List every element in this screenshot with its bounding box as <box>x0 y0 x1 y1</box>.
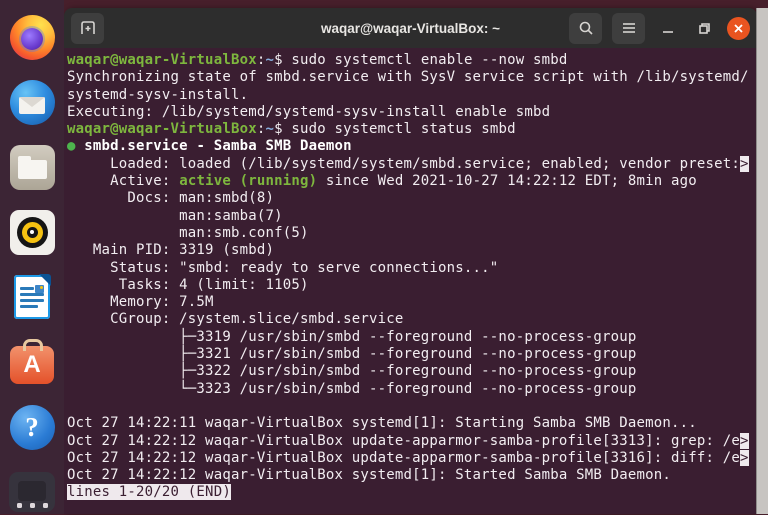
terminal-line: Oct 27 14:22:11 waqar-VirtualBox systemd… <box>67 415 697 432</box>
terminal-line: waqar@waqar-VirtualBox:~$ sudo systemctl… <box>67 121 516 138</box>
terminal-line: lines 1-20/20 (END) <box>67 484 231 501</box>
thunderbird-icon <box>9 79 55 125</box>
terminal-window: waqar@waqar-VirtualBox: ~ waqar@waqar-Vi… <box>64 8 757 514</box>
help-icon: ? <box>9 404 55 450</box>
dock-item-firefox[interactable] <box>9 14 55 60</box>
rhythmbox-icon <box>9 209 55 255</box>
files-icon <box>9 144 55 190</box>
dock-item-rhythmbox[interactable] <box>9 209 55 255</box>
dock-item-ubuntu-software[interactable]: A <box>9 339 55 385</box>
close-icon <box>734 23 743 33</box>
titlebar[interactable]: waqar@waqar-VirtualBox: ~ <box>64 8 757 48</box>
dock-item-terminal[interactable] <box>9 469 55 515</box>
dock-item-files[interactable] <box>9 144 55 190</box>
libreoffice-writer-icon <box>14 274 51 319</box>
terminal-line: Main PID: 3319 (smbd) <box>67 242 275 259</box>
dock-item-libreoffice-writer[interactable] <box>9 274 55 320</box>
new-tab-icon <box>80 21 95 34</box>
terminal-line: Status: "smbd: ready to serve connection… <box>67 259 499 276</box>
terminal-line: CGroup: /system.slice/smbd.service <box>67 311 404 328</box>
terminal-line: └─3323 /usr/sbin/smbd --foreground --no-… <box>67 380 637 397</box>
menu-button[interactable] <box>612 12 645 44</box>
terminal-line: Oct 27 14:22:12 waqar-VirtualBox update-… <box>67 432 749 449</box>
scrollbar[interactable] <box>756 8 768 514</box>
terminal-line: Docs: man:smbd(8) <box>67 190 275 207</box>
terminal-line: ├─3321 /usr/sbin/smbd --foreground --no-… <box>67 346 637 363</box>
restore-window-icon <box>698 22 710 34</box>
terminal-line: systemd-sysv-install. <box>67 86 249 103</box>
firefox-icon <box>9 14 55 60</box>
search-icon <box>579 21 593 35</box>
terminal-line: Oct 27 14:22:12 waqar-VirtualBox update-… <box>67 449 749 466</box>
terminal-line: ● smbd.service - Samba SMB Daemon <box>67 138 352 155</box>
terminal-line: Executing: /lib/systemd/systemd-sysv-ins… <box>67 103 551 120</box>
dock-item-thunderbird[interactable] <box>9 79 55 125</box>
dock: A ? <box>0 0 64 514</box>
minimize-button[interactable] <box>655 15 681 41</box>
terminal-line: man:samba(7) <box>67 207 283 224</box>
search-button[interactable] <box>569 12 602 44</box>
terminal-line: ├─3322 /usr/sbin/smbd --foreground --no-… <box>67 363 637 380</box>
ubuntu-software-icon: A <box>10 339 54 384</box>
terminal-line: Active: active (running) since Wed 2021-… <box>67 173 697 190</box>
dock-item-help[interactable]: ? <box>9 404 55 450</box>
show-applications-icon[interactable] <box>0 503 64 508</box>
terminal-line: Loaded: loaded (/lib/systemd/system/smbd… <box>67 155 749 172</box>
hamburger-menu-icon <box>622 23 635 33</box>
new-tab-button[interactable] <box>71 12 104 44</box>
terminal-output[interactable]: waqar@waqar-VirtualBox:~$ sudo systemctl… <box>64 48 757 514</box>
terminal-line: Memory: 7.5M <box>67 294 214 311</box>
maximize-button[interactable] <box>691 15 717 41</box>
terminal-line: Oct 27 14:22:12 waqar-VirtualBox systemd… <box>67 467 672 484</box>
close-button[interactable] <box>727 16 750 40</box>
terminal-line: Tasks: 4 (limit: 1105) <box>67 276 309 293</box>
terminal-line: waqar@waqar-VirtualBox:~$ sudo systemctl… <box>67 52 568 68</box>
terminal-line: man:smb.conf(5) <box>67 224 309 241</box>
minimize-icon <box>663 31 673 33</box>
terminal-line: ├─3319 /usr/sbin/smbd --foreground --no-… <box>67 328 637 345</box>
terminal-line: Synchronizing state of smbd.service with… <box>67 69 749 86</box>
